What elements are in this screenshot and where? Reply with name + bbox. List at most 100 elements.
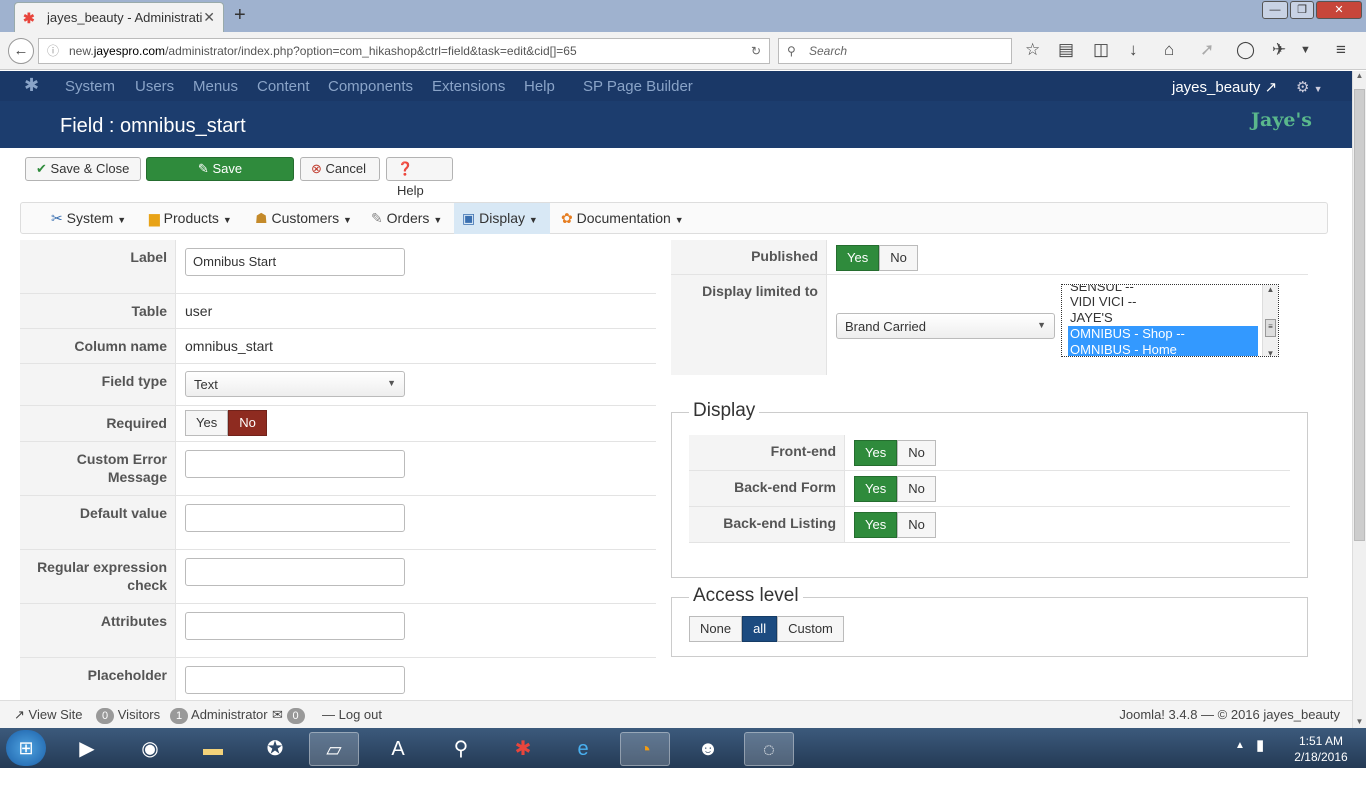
- messages-status[interactable]: ✉ 0: [272, 707, 305, 724]
- notepad-icon[interactable]: ▱: [309, 732, 359, 766]
- front-end-no-button[interactable]: No: [897, 440, 936, 466]
- front-end-yes-button[interactable]: Yes: [854, 440, 898, 466]
- submenu-customers[interactable]: ☗ Customers ▼: [247, 203, 360, 234]
- required-no-button[interactable]: No: [228, 410, 267, 436]
- published-toggle: Yes No: [836, 245, 918, 271]
- access-none-button[interactable]: None: [689, 616, 743, 642]
- submenu-documentation[interactable]: ✿ Documentation ▼: [553, 203, 692, 234]
- menu-help[interactable]: Help: [524, 78, 555, 95]
- user-menu[interactable]: jayes_beauty ↗: [1172, 78, 1277, 96]
- search-input[interactable]: ⚲ Search: [778, 38, 1012, 64]
- cancel-button[interactable]: ⊗ Cancel: [300, 157, 380, 181]
- attributes-input[interactable]: [185, 612, 405, 640]
- people-icon[interactable]: ☻: [683, 732, 733, 766]
- magnifier-icon[interactable]: ⚲: [436, 732, 486, 766]
- help-button[interactable]: ❓ Help: [386, 157, 453, 198]
- wordpad-icon[interactable]: A: [373, 732, 423, 766]
- menu-sp-page-builder[interactable]: SP Page Builder: [583, 78, 693, 95]
- logout-link[interactable]: — Log out: [322, 707, 382, 722]
- display-limited-listbox[interactable]: SENSUL -- VIDI VICI -- JAYE'S OMNIBUS - …: [1061, 284, 1279, 357]
- send-icon[interactable]: ➚: [1200, 40, 1214, 60]
- reload-icon[interactable]: ↻: [751, 39, 761, 63]
- menu-components[interactable]: Components: [328, 78, 413, 95]
- pocket-icon[interactable]: ◫: [1093, 40, 1109, 60]
- menu-users[interactable]: Users: [135, 78, 174, 95]
- page-scrollbar[interactable]: ▲ ▼: [1352, 71, 1366, 728]
- display-limited-select[interactable]: Brand Carried ▼: [836, 313, 1055, 339]
- joomla-app-icon[interactable]: ✱: [498, 732, 548, 766]
- listbox-option-selected[interactable]: OMNIBUS - Home: [1068, 342, 1258, 356]
- field-type-select[interactable]: Text ▼: [185, 371, 405, 397]
- listbox-option[interactable]: JAYE'S: [1068, 310, 1258, 326]
- listbox-option[interactable]: VIDI VICI --: [1068, 294, 1258, 310]
- published-no-button[interactable]: No: [879, 245, 918, 271]
- hikashop-submenu: ✂ System ▼ ▆ Products ▼ ☗ Customers ▼ ✎ …: [20, 202, 1328, 234]
- backend-listing-yes-button[interactable]: Yes: [854, 512, 898, 538]
- submenu-orders[interactable]: ✎ Orders ▼: [363, 203, 450, 234]
- window-close-icon[interactable]: ✕: [1316, 1, 1362, 19]
- new-tab-icon[interactable]: +: [234, 4, 246, 27]
- visitors-badge: 0: [96, 708, 115, 724]
- menu-content[interactable]: Content: [257, 78, 310, 95]
- menu-system[interactable]: System: [65, 78, 115, 95]
- hamburger-menu-icon[interactable]: ≡: [1336, 40, 1346, 60]
- row-backend-listing: Back-end Listing Yes No: [689, 507, 1290, 543]
- chevron-down-icon[interactable]: ▼: [1300, 44, 1311, 56]
- settings-gear-icon[interactable]: ⚙ ▼: [1296, 78, 1323, 96]
- backend-form-yes-button[interactable]: Yes: [854, 476, 898, 502]
- system-clock[interactable]: 1:51 AM 2/18/2016: [1286, 733, 1356, 765]
- app-icon[interactable]: ◌: [744, 732, 794, 766]
- scroll-up-icon[interactable]: ▲: [1353, 71, 1366, 80]
- bookmark-star-icon[interactable]: ☆: [1025, 40, 1040, 60]
- published-yes-button[interactable]: Yes: [836, 245, 880, 271]
- firefox-icon[interactable]: ◔: [620, 732, 670, 766]
- url-bar[interactable]: ⓘ new.jayespro.com/administrator/index.p…: [38, 38, 770, 64]
- custom-error-line2: Message: [107, 469, 167, 485]
- listbox-option-selected[interactable]: OMNIBUS - Shop --: [1068, 326, 1258, 342]
- save-button[interactable]: ✎ Save: [146, 157, 294, 181]
- save-close-button[interactable]: ✔ Save & Close: [25, 157, 141, 181]
- access-all-button[interactable]: all: [742, 616, 778, 642]
- scroll-thumb[interactable]: [1354, 89, 1365, 541]
- help-label: Help: [397, 183, 424, 198]
- minimize-icon[interactable]: —: [1262, 1, 1288, 19]
- scroll-thumb[interactable]: ≡: [1265, 319, 1276, 337]
- joomla-logo-icon[interactable]: ✱: [24, 75, 39, 96]
- access-custom-button[interactable]: Custom: [777, 616, 844, 642]
- extension-icon[interactable]: ✈: [1272, 40, 1286, 60]
- default-value-input[interactable]: [185, 504, 405, 532]
- page-title: Field : omnibus_start: [60, 115, 246, 137]
- regex-input[interactable]: [185, 558, 405, 586]
- internet-explorer-icon[interactable]: e: [558, 732, 608, 766]
- photo-app-icon[interactable]: ✪: [250, 732, 300, 766]
- menu-extensions[interactable]: Extensions: [432, 78, 505, 95]
- listbox-scrollbar[interactable]: ▲ ≡ ▼: [1262, 285, 1278, 356]
- close-tab-icon[interactable]: ✕: [203, 9, 215, 26]
- start-button[interactable]: ⊞: [6, 730, 46, 766]
- chat-icon[interactable]: ◯: [1236, 40, 1255, 60]
- browser-tab[interactable]: ✱ jayes_beauty - Administrati... ✕: [14, 2, 224, 32]
- file-explorer-icon[interactable]: ▬: [188, 732, 238, 766]
- placeholder-input[interactable]: [185, 666, 405, 694]
- submenu-display[interactable]: ▣ Display ▼: [454, 203, 550, 234]
- back-icon[interactable]: ←: [8, 38, 34, 64]
- submenu-products[interactable]: ▆ Products ▼: [141, 203, 240, 234]
- home-icon[interactable]: ⌂: [1164, 40, 1174, 60]
- maximize-icon[interactable]: ❐: [1290, 1, 1314, 19]
- chrome-icon[interactable]: ◉: [125, 732, 175, 766]
- media-player-icon[interactable]: ▶: [62, 732, 112, 766]
- scroll-down-icon[interactable]: ▼: [1353, 717, 1366, 726]
- required-yes-button[interactable]: Yes: [185, 410, 229, 436]
- network-icon[interactable]: ▮: [1256, 736, 1264, 754]
- submenu-system[interactable]: ✂ System ▼: [43, 203, 134, 234]
- joomla-favicon-icon: ✱: [23, 9, 35, 26]
- backend-form-no-button[interactable]: No: [897, 476, 936, 502]
- custom-error-input[interactable]: [185, 450, 405, 478]
- menu-menus[interactable]: Menus: [193, 78, 238, 95]
- reading-list-icon[interactable]: ▤: [1058, 40, 1074, 60]
- tray-chevron-icon[interactable]: ▲: [1235, 740, 1245, 751]
- view-site-link[interactable]: ↗ View Site: [14, 707, 83, 723]
- label-input[interactable]: Omnibus Start: [185, 248, 405, 276]
- download-icon[interactable]: ↓: [1129, 40, 1138, 60]
- backend-listing-no-button[interactable]: No: [897, 512, 936, 538]
